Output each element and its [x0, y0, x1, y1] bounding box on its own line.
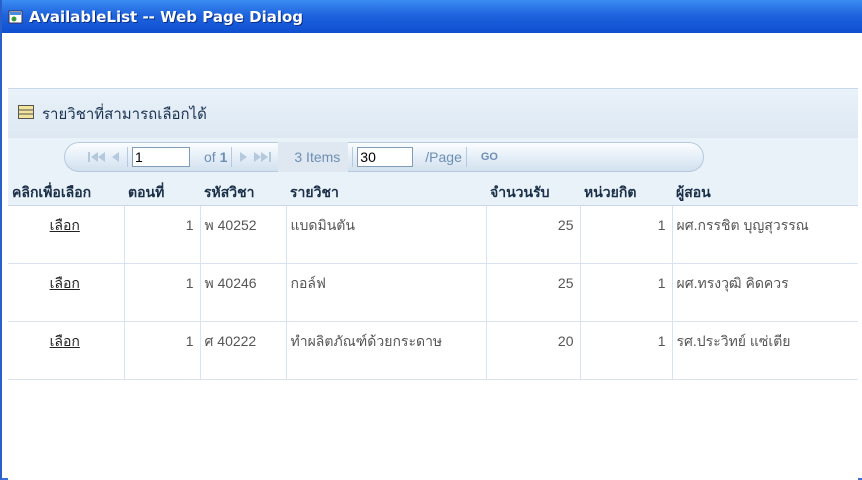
items-count-cell: 3 Items — [278, 142, 349, 172]
course-code-cell: พ 40246 — [200, 263, 287, 322]
header-credit: หน่วยกิต — [580, 178, 672, 206]
capacity-cell: 25 — [486, 205, 581, 264]
credit-cell: 1 — [580, 263, 673, 322]
header-section: ตอนที่ — [124, 178, 200, 206]
go-button[interactable]: GO — [481, 151, 498, 163]
last-page-icon[interactable] — [250, 147, 272, 167]
items-count: 3 Items — [294, 149, 341, 165]
header-course-code: รหัสวิชา — [200, 178, 286, 206]
prev-page-icon[interactable] — [109, 147, 123, 167]
total-pages: 1 — [219, 149, 228, 165]
title-bar[interactable]: AvailableList -- Web Page Dialog — [2, 0, 862, 33]
section-cell: 1 — [124, 205, 201, 264]
course-name-cell: กอล์ฟ — [286, 263, 487, 322]
instructor-cell: ผศ.ทรงวุฒิ คิดควร — [672, 263, 858, 322]
divider — [352, 147, 354, 167]
course-table: คลิกเพื่อเลือก ตอนที่ รหัสวิชา รายวิชา จ… — [8, 178, 858, 380]
select-link[interactable]: เลือก — [50, 333, 80, 349]
pager-bar: of 1 3 Items — [8, 138, 858, 178]
table-row: เลือก 1 ศ 40222 ทำผลิตภัณฑ์ด้วยกระดาษ 20… — [8, 321, 858, 380]
per-page-label: /Page — [425, 149, 462, 165]
section-cell: 1 — [124, 263, 201, 322]
course-name-cell: ทำผลิตภัณฑ์ด้วยกระดาษ — [286, 321, 487, 380]
divider — [231, 147, 233, 167]
window-title: AvailableList -- Web Page Dialog — [29, 7, 304, 26]
pager: of 1 3 Items — [64, 142, 704, 172]
table-header-row: คลิกเพื่อเลือก ตอนที่ รหัสวิชา รายวิชา จ… — [8, 178, 858, 206]
capacity-cell: 25 — [486, 263, 581, 322]
course-list-panel: รายวิชาที่สามารถเลือกได้ 1 of 1 3 Items … — [8, 88, 858, 480]
credit-cell: 1 — [580, 205, 673, 264]
divider — [127, 147, 128, 167]
select-link[interactable]: เลือก — [50, 275, 80, 291]
course-code-cell: ศ 40222 — [200, 321, 287, 380]
page-number-input[interactable] — [132, 147, 190, 167]
next-page-icon[interactable] — [236, 147, 250, 167]
divider — [465, 147, 467, 167]
of-pages-text: of 1 — [204, 149, 227, 165]
first-page-icon[interactable] — [87, 147, 109, 167]
panel-title: รายวิชาที่สามารถเลือกได้ — [42, 105, 207, 123]
panel-header: รายวิชาที่สามารถเลือกได้ — [8, 88, 858, 138]
header-course-name: รายวิชา — [286, 178, 486, 206]
table-row: เลือก 1 พ 40246 กอล์ฟ 25 1 ผศ.ทรงวุฒิ คิ… — [8, 263, 858, 322]
of-label: of — [204, 149, 216, 165]
table-row: เลือก 1 พ 40252 แบดมินตัน 25 1 ผศ.กรรชิต… — [8, 205, 858, 264]
capacity-cell: 20 — [486, 321, 581, 380]
instructor-cell: รศ.ประวิทย์ แซ่เตีย — [672, 321, 858, 380]
header-instructor: ผู้สอน — [672, 178, 858, 206]
header-select: คลิกเพื่อเลือก — [8, 178, 124, 206]
credit-cell: 1 — [580, 321, 673, 380]
page-size-input[interactable] — [357, 147, 414, 167]
course-code-cell: พ 40252 — [200, 205, 287, 264]
dialog-window: AvailableList -- Web Page Dialog รายวิชา… — [0, 0, 862, 480]
section-cell: 1 — [124, 321, 201, 380]
course-name-cell: แบดมินตัน — [286, 205, 487, 264]
select-link[interactable]: เลือก — [50, 217, 80, 233]
list-icon — [18, 104, 34, 123]
header-capacity: จำนวนรับ — [486, 178, 580, 206]
instructor-cell: ผศ.กรรชิต บุญสุวรรณ — [672, 205, 858, 264]
ie-page-icon — [8, 9, 24, 25]
